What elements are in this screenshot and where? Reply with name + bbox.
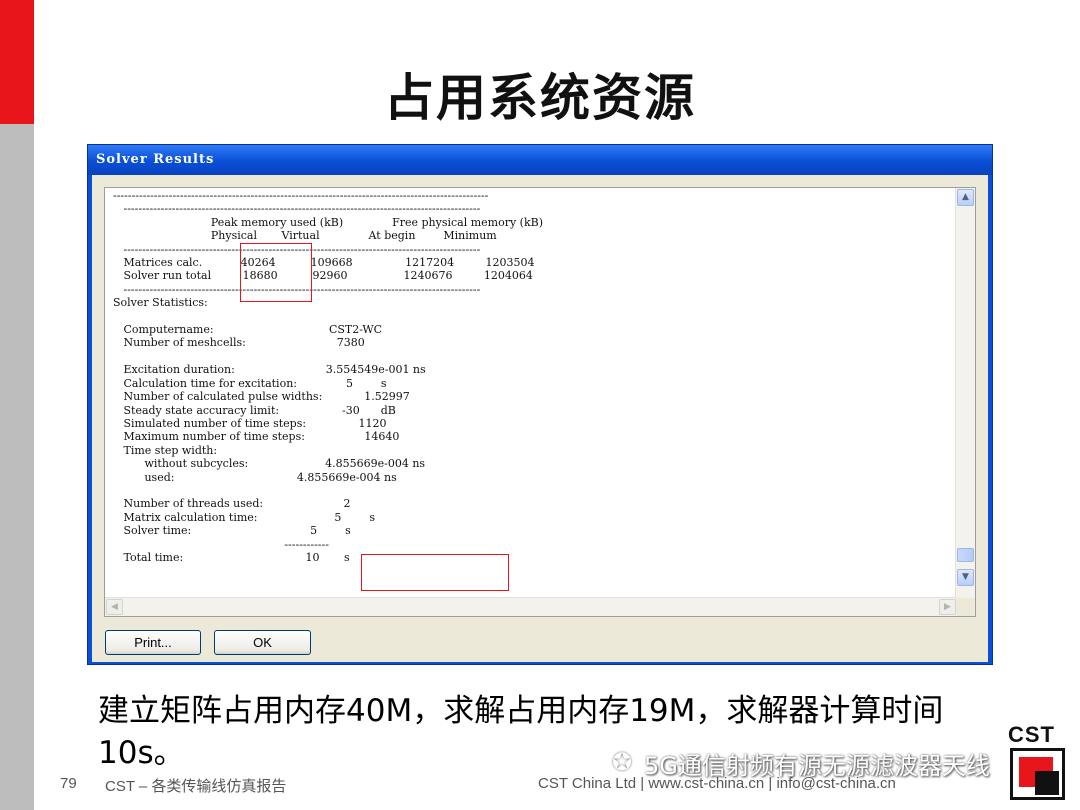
vertical-scrollbar[interactable]: ▲ ▼ — [955, 188, 975, 599]
log-line: without subcycles: 4.855669e-004 ns — [113, 457, 426, 471]
log-line: ------------ — [113, 537, 329, 551]
wechat-icon: ✪ — [612, 748, 633, 776]
log-line: Solver time: 5 s — [113, 524, 351, 538]
solver-log: ----------------------------------------… — [113, 189, 543, 564]
log-line: Matrix calculation time: 5 s — [113, 510, 376, 524]
scroll-down-icon[interactable]: ▼ — [957, 569, 974, 586]
results-text-area[interactable]: ----------------------------------------… — [104, 187, 976, 617]
log-line: Steady state accuracy limit: -30 dB — [113, 403, 396, 417]
window-titlebar[interactable]: Solver Results — [88, 145, 992, 175]
log-line: Physical Virtual At begin Minimum — [113, 229, 497, 243]
scrollbar-corner — [956, 598, 975, 616]
log-line: Number of meshcells: 7380 — [113, 336, 365, 350]
scroll-right-icon[interactable]: ▶ — [939, 599, 956, 615]
log-line: ----------------------------------------… — [113, 202, 481, 216]
log-line: Number of calculated pulse widths: 1.529… — [113, 390, 410, 404]
highlight-total-time-box — [361, 554, 509, 591]
log-line: Number of threads used: 2 — [113, 497, 351, 511]
ok-button[interactable]: OK — [214, 630, 311, 655]
log-line: Solver run total 18680 92960 1240676 120… — [113, 269, 533, 283]
log-line: Matrices calc. 40264 109668 1217204 1203… — [113, 256, 535, 270]
solver-results-window: Solver Results -------------------------… — [87, 144, 993, 665]
log-line: Peak memory used (kB) Free physical memo… — [113, 215, 544, 229]
scroll-thumb[interactable] — [957, 548, 974, 562]
highlight-memory-box — [240, 243, 312, 302]
watermark-text: 5G通信射频有源无源滤波器天线 — [644, 752, 990, 780]
log-line: used: 4.855669e-004 ns — [113, 470, 397, 484]
window-title: Solver Results — [96, 152, 215, 167]
log-line: Excitation duration: 3.554549e-001 ns — [113, 363, 426, 377]
log-line: ----------------------------------------… — [113, 282, 481, 296]
horizontal-scrollbar[interactable]: ◀ ▶ — [105, 597, 957, 616]
log-line: Time step width: — [113, 443, 218, 457]
log-line: Simulated number of time steps: 1120 — [113, 416, 387, 430]
log-line: Maximum number of time steps: 14640 — [113, 430, 400, 444]
slide-title: 占用系统资源 — [384, 69, 696, 127]
scroll-up-icon[interactable]: ▲ — [957, 189, 974, 206]
scroll-left-icon[interactable]: ◀ — [106, 599, 123, 615]
log-line: Calculation time for excitation: 5 s — [113, 376, 387, 390]
log-line: Solver Statistics: — [113, 296, 208, 310]
window-client-area: ----------------------------------------… — [92, 175, 988, 662]
page-number: 79 — [60, 775, 77, 792]
footer-left-text: CST – 各类传输线仿真报告 — [105, 778, 287, 795]
cst-logo-icon — [1010, 748, 1065, 800]
log-line: ----------------------------------------… — [113, 242, 481, 256]
log-line: Computername: CST2-WC — [113, 323, 383, 337]
print-button[interactable]: Print... — [105, 630, 201, 655]
cst-logo-text: CST — [1008, 722, 1055, 747]
log-line: ----------------------------------------… — [113, 189, 489, 202]
